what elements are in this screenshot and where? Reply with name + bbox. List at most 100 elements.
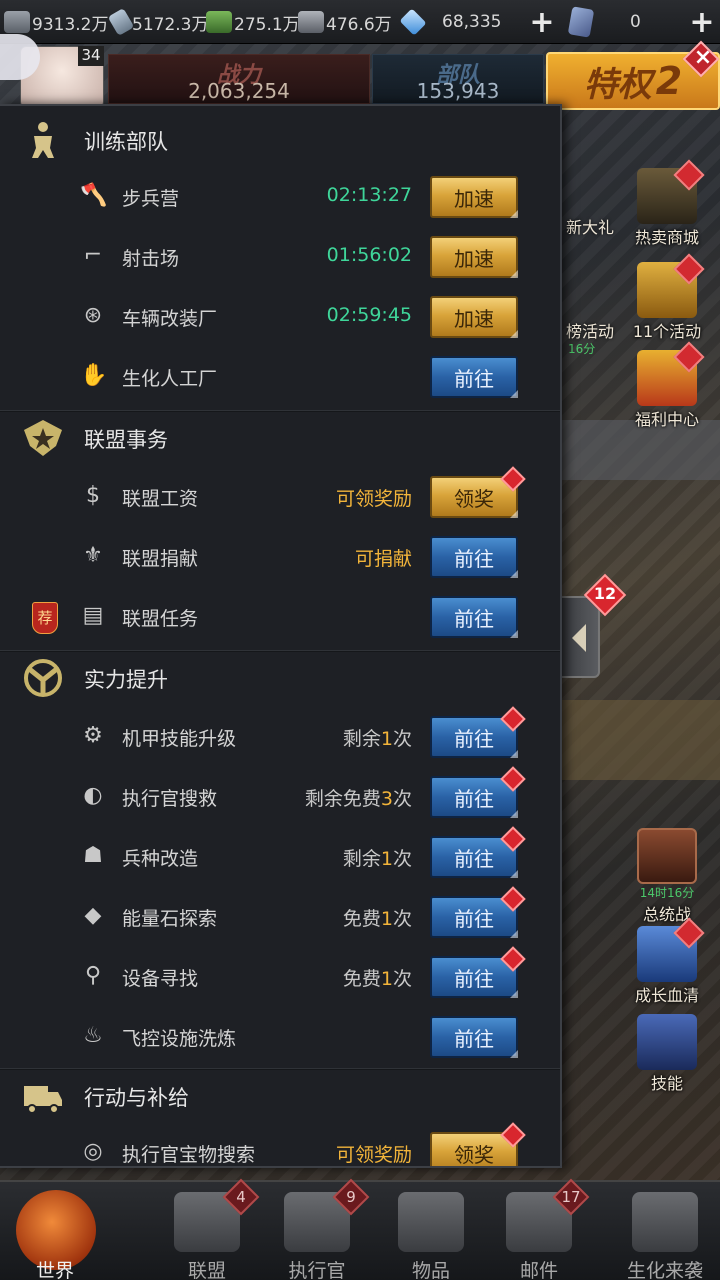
pistol-icon: ⌐ <box>83 243 103 268</box>
task-row: ✋ 生化人工厂 前往 <box>0 348 560 406</box>
radar-icon: ◐ <box>83 783 103 808</box>
crown-shield-icon <box>637 828 697 884</box>
axe-icon: 🪓 <box>80 183 108 208</box>
section-title: 联盟事务 <box>84 428 168 452</box>
tab-badge-count: 12 <box>593 584 617 603</box>
ammo-icon <box>107 7 135 37</box>
nav-executive[interactable]: 执行官 9 <box>262 1178 372 1280</box>
remaining-count: 免费1次 <box>342 968 412 990</box>
resource-ammo[interactable]: 5172.3万 <box>107 7 208 37</box>
event-sub: 16分 <box>568 342 596 356</box>
resource-diamond[interactable]: 68,335 <box>399 8 501 36</box>
nav-world[interactable]: 世界 <box>0 1182 110 1280</box>
activity-growth-serum[interactable]: 成长血清 <box>626 917 708 1006</box>
buy-card-button[interactable]: + <box>684 4 720 40</box>
resource-oil[interactable]: 9313.2万 <box>4 8 108 36</box>
speedup-button[interactable]: 加速 <box>430 236 518 278</box>
task-row: ◐ 执行官搜救 剩余免费3次 前往 <box>0 766 560 826</box>
rock-icon: ☗ <box>83 843 103 868</box>
goto-button[interactable]: 前往 <box>430 356 518 398</box>
remaining-count: 剩余1次 <box>342 728 412 750</box>
panel-collapse-tab[interactable] <box>562 596 600 678</box>
activity-welfare[interactable]: 福利中心 <box>626 341 708 430</box>
section-training: 训练部队 <box>0 110 560 170</box>
task-row: 荐 ▤ 联盟任务 前往 <box>0 588 560 646</box>
nav-items[interactable]: 物品 <box>376 1182 486 1280</box>
event-label[interactable]: 榜活动 <box>566 318 614 342</box>
donate-status: 可捐献 <box>354 548 412 570</box>
remaining-count: 剩余1次 <box>342 848 412 870</box>
nav-alliance[interactable]: 联盟 4 <box>152 1178 262 1280</box>
troops-value: 153,943 <box>416 79 500 103</box>
activity-events[interactable]: 11个活动 <box>626 253 708 342</box>
donate-icon: ⚜ <box>83 543 103 568</box>
gun-icon <box>632 1192 698 1252</box>
resource-cash[interactable]: 275.1万 <box>206 8 300 36</box>
arrow-left-icon <box>572 624 586 652</box>
reward-status: 可领奖励 <box>335 488 412 510</box>
power-box[interactable]: 战力 2,063,254 <box>108 54 370 104</box>
skill-star-icon <box>637 1014 697 1070</box>
player-level: 34 <box>78 46 104 66</box>
goto-button[interactable]: 前往 <box>430 1016 518 1058</box>
oil-barrel-icon <box>4 11 30 33</box>
countdown-timer: 02:13:27 <box>326 184 412 206</box>
crystal-icon: ◆ <box>84 903 102 928</box>
mech-icon: ⚙ <box>83 723 103 748</box>
countdown-timer: 01:56:02 <box>326 244 412 266</box>
resource-bar: 9313.2万 5172.3万 275.1万 476.6万 68,335 + 0… <box>0 0 720 44</box>
speedup-button[interactable]: 加速 <box>430 296 518 338</box>
metal-icon <box>298 11 324 33</box>
alliance-emblem-icon <box>24 420 62 456</box>
map-structure <box>560 700 720 780</box>
money-icon: $ <box>86 483 100 508</box>
soldier-icon <box>32 122 54 158</box>
nav-bio-attack[interactable]: 生化来袭 <box>610 1182 720 1280</box>
section-title: 实力提升 <box>84 668 168 692</box>
task-row: ⚲ 设备寻找 免费1次 前往 <box>0 946 560 1006</box>
task-row: ♨ 飞控设施洗炼 前往 <box>0 1008 560 1066</box>
section-alliance: 联盟事务 <box>0 408 560 468</box>
crate-icon <box>398 1192 464 1252</box>
countdown-timer: 02:59:45 <box>326 304 412 326</box>
gift-label[interactable]: 新大礼 <box>566 214 614 238</box>
task-row: ⌐ 射击场 01:56:02 加速 <box>0 228 560 286</box>
activity-president-war[interactable]: 14时16分 总统战 <box>626 828 708 925</box>
power-value: 2,063,254 <box>188 79 290 103</box>
section-title: 行动与补给 <box>84 1086 189 1110</box>
task-row: ⚜ 联盟捐献 可捐献 前往 <box>0 528 560 586</box>
truck-icon <box>24 1086 62 1114</box>
task-row: ◎ 执行官宝物搜索 可领奖励 领奖 <box>0 1122 560 1166</box>
biohand-icon: ✋ <box>80 363 108 388</box>
goto-button[interactable]: 前往 <box>430 596 518 638</box>
buy-diamond-button[interactable]: + <box>524 4 560 40</box>
goto-button[interactable]: 前往 <box>430 536 518 578</box>
task-panel: 训练部队 🪓 步兵营 02:13:27 加速 ⌐ 射击场 01:56:02 加速… <box>0 104 562 1168</box>
task-row: $ 联盟工资 可领奖励 领奖 <box>0 466 560 526</box>
nav-mail[interactable]: 邮件 17 <box>484 1178 594 1280</box>
section-supply: 行动与补给 <box>0 1066 560 1126</box>
bottom-navigation: 世界 联盟 4 执行官 9 物品 邮件 17 生化来袭 <box>0 1178 720 1280</box>
resource-card[interactable]: 0 <box>567 6 641 38</box>
resource-metal[interactable]: 476.6万 <box>298 8 392 36</box>
clipboard-icon: ▤ <box>82 603 104 628</box>
card-icon <box>567 6 595 38</box>
remaining-count: 免费1次 <box>342 908 412 930</box>
satellite-icon: ♨ <box>83 1023 103 1048</box>
activity-hot-shop[interactable]: 热卖商城 <box>626 159 708 248</box>
task-row: ☗ 兵种改造 剩余1次 前往 <box>0 826 560 886</box>
section-title: 训练部队 <box>84 130 168 154</box>
remaining-count: 剩余免费3次 <box>304 788 412 810</box>
wheel-icon: ⊛ <box>83 303 103 328</box>
task-row: 🪓 步兵营 02:13:27 加速 <box>0 168 560 226</box>
reward-status: 可领奖励 <box>335 1144 412 1166</box>
diamond-icon <box>399 8 427 36</box>
troops-box[interactable]: 部队 153,943 <box>372 54 544 104</box>
task-row: ⚙ 机甲技能升级 剩余1次 前往 <box>0 706 560 766</box>
search-icon: ◎ <box>83 1139 103 1164</box>
recommend-tag: 荐 <box>32 602 58 634</box>
power-emblem-icon <box>24 659 62 697</box>
task-row: ⊛ 车辆改装厂 02:59:45 加速 <box>0 288 560 346</box>
speedup-button[interactable]: 加速 <box>430 176 518 218</box>
activity-skills[interactable]: 技能 <box>626 1014 708 1094</box>
